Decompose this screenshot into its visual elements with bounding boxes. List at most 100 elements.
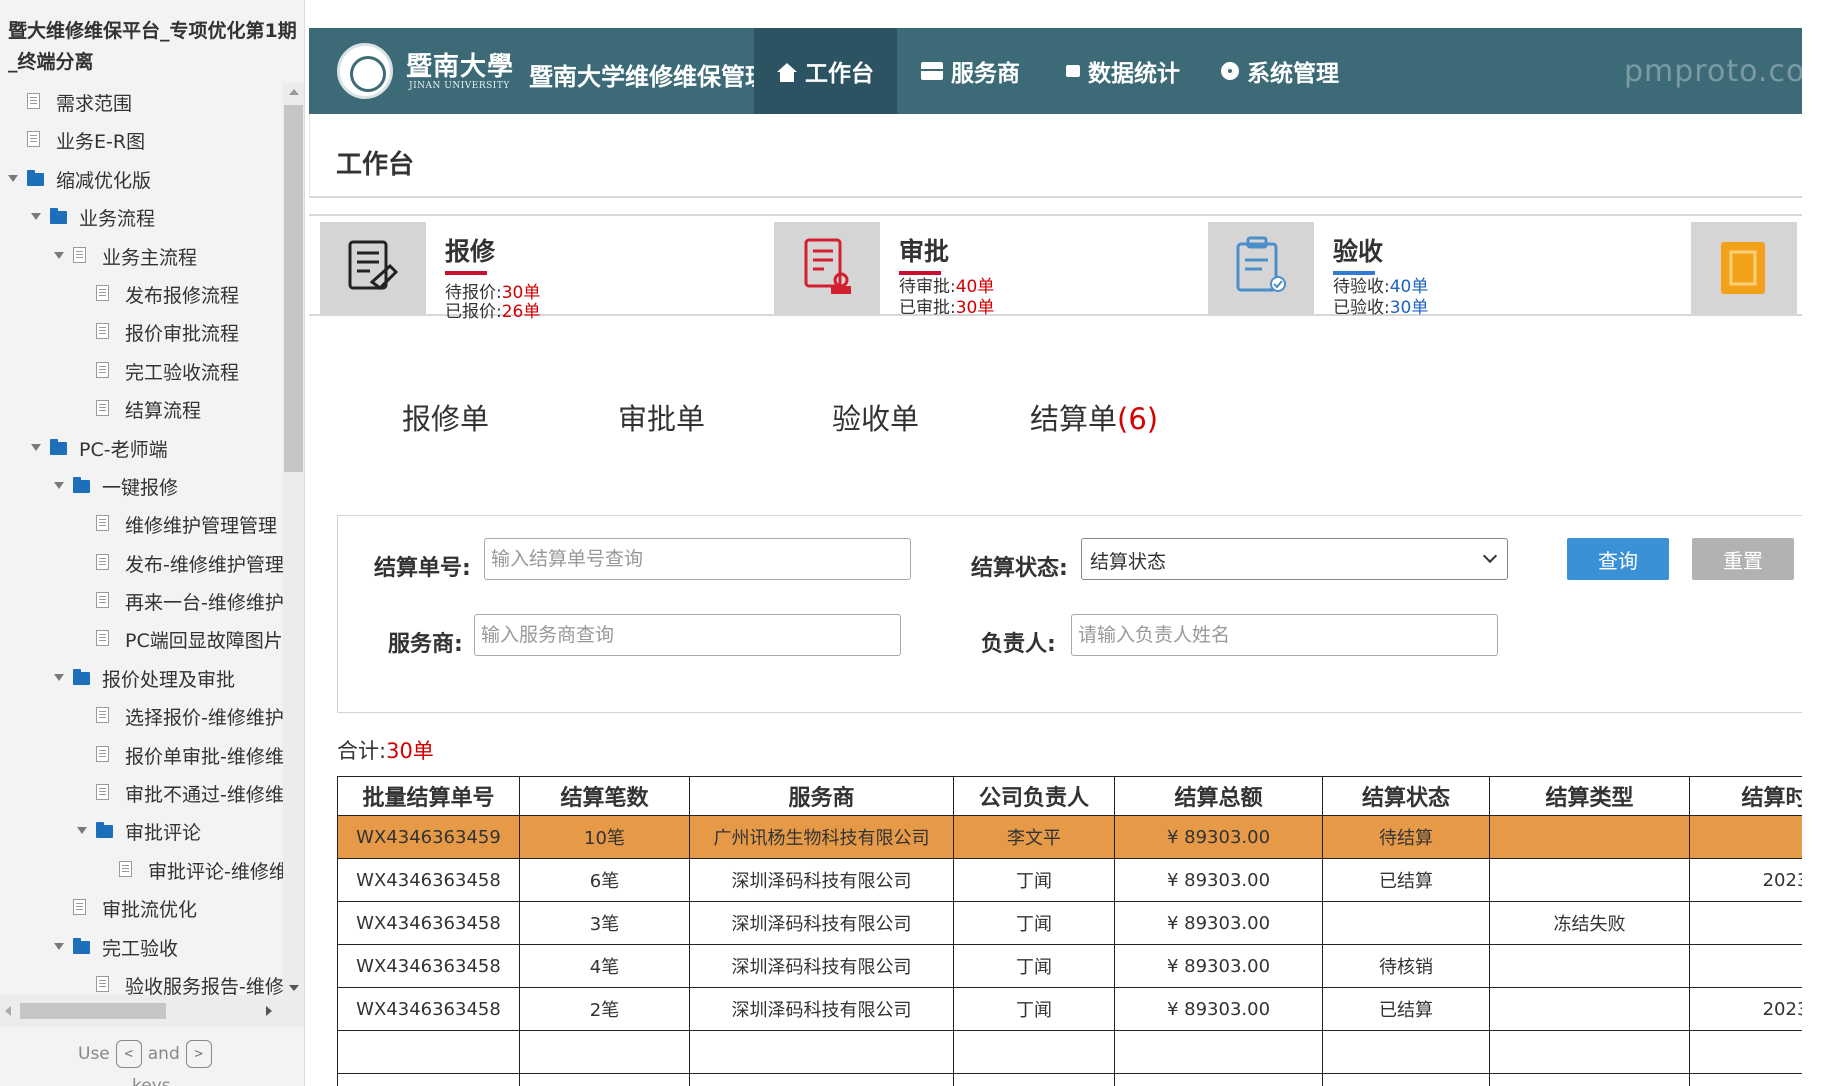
sitemap-item[interactable]: 报价处理及审批 [0, 659, 283, 697]
university-seal-icon [337, 43, 393, 99]
reset-button[interactable]: 重置 [1692, 538, 1794, 580]
acceptance-card-icon-box[interactable] [1208, 222, 1314, 314]
horizontal-scroll-thumb[interactable] [20, 1003, 166, 1019]
folder-icon [73, 668, 90, 685]
table-cell [1689, 901, 1802, 945]
sitemap-item[interactable]: PC-老师端 [0, 429, 283, 467]
sitemap-item[interactable]: 业务流程 [0, 198, 283, 236]
chevron-down-icon [1482, 548, 1498, 564]
column-header[interactable]: 结算状态 [1322, 776, 1490, 816]
sitemap-item[interactable]: 一键报修 [0, 467, 283, 505]
sitemap-item[interactable]: 发布-维修维护管理 [0, 544, 283, 582]
table-cell: 待核销 [1322, 944, 1490, 988]
page-icon [73, 246, 86, 263]
order-tabs: 报修单 审批单 验收单 结算单(6) [309, 336, 1802, 476]
sitemap-item[interactable]: 审批评论-维修维护 [0, 851, 283, 889]
table-cell [519, 1073, 690, 1086]
repair-card-title[interactable]: 报修 [445, 232, 495, 275]
page-icon [96, 400, 109, 417]
owner-input[interactable] [1071, 614, 1498, 656]
settlement-card-icon-box[interactable] [1691, 222, 1797, 314]
nav-vendors[interactable]: 服务商 [913, 28, 1028, 114]
expand-caret-icon[interactable] [54, 481, 64, 489]
horizontal-scrollbar[interactable] [0, 995, 304, 1027]
table-row[interactable]: WX4346363458 2笔 深圳泽码科技有限公司 丁闻 ¥ 89303.00 已结算 2… [337, 987, 1802, 1031]
sitemap-item-label: 审批不通过-维修维护 [125, 784, 283, 807]
column-header[interactable]: 服务商 [689, 776, 954, 816]
sitemap-item[interactable]: 验收服务报告-维修维护 [0, 966, 283, 995]
sitemap-item[interactable]: 审批不通过-维修维护 [0, 774, 283, 812]
column-header[interactable]: 结算笔数 [519, 776, 690, 816]
sitemap-item-label: 报价审批流程 [125, 323, 240, 346]
acceptance-card-title[interactable]: 验收 [1333, 232, 1383, 275]
nav-system[interactable]: 系统管理 [1215, 28, 1345, 114]
vendor-input[interactable] [474, 614, 901, 656]
sitemap-item[interactable]: 发布报修流程 [0, 275, 283, 313]
sitemap-item[interactable]: 选择报价-维修维护 [0, 697, 283, 735]
table-cell: 冻结失败 [1489, 901, 1690, 945]
table-cell: 2笔 [519, 987, 690, 1031]
vertical-scroll-thumb[interactable] [284, 105, 303, 472]
sitemap-item-label: 缩减优化版 [56, 169, 152, 192]
sitemap-item[interactable]: 审批流优化 [0, 889, 283, 927]
column-header[interactable]: 结算类型 [1489, 776, 1690, 816]
sitemap-item[interactable]: PC端回显故障图片 [0, 620, 283, 658]
repair-card-icon-box[interactable] [320, 222, 426, 314]
table-row[interactable]: WX4346363458 6笔 深圳泽码科技有限公司 丁闻 ¥ 89303.00 已结算 2… [337, 858, 1802, 902]
table-row[interactable]: WX4346363458 3笔 深圳泽码科技有限公司 丁闻 ¥ 89303.00 冻结失败 [337, 901, 1802, 945]
column-header[interactable]: 结算总额 [1114, 776, 1323, 816]
scroll-right-arrow-icon[interactable] [266, 1006, 272, 1016]
settlement-no-input[interactable] [484, 538, 911, 580]
expand-caret-icon[interactable] [8, 174, 18, 182]
table-row[interactable]: WX4346363459 10笔 广州讯杨生物科技有限公司 李文平 ¥ 89303.00… [337, 815, 1802, 859]
sitemap-item[interactable]: 再来一台-维修维护 [0, 582, 283, 620]
expand-caret-icon[interactable] [31, 443, 41, 451]
sitemap-item[interactable]: 需求范围 [0, 83, 283, 121]
logo-english-name: JINAN UNIVERSITY [409, 81, 510, 91]
sitemap-item[interactable]: 业务主流程 [0, 237, 283, 275]
table-row[interactable] [337, 1073, 1802, 1086]
acceptance-done-count: 30单 [1389, 298, 1429, 318]
column-header[interactable]: 结算时间 [1689, 776, 1802, 816]
table-cell: 深圳泽码科技有限公司 [689, 944, 954, 988]
status-select[interactable]: 结算状态 [1081, 538, 1508, 580]
nav-workbench[interactable]: 工作台 [754, 28, 897, 114]
column-header[interactable]: 公司负责人 [953, 776, 1115, 816]
tab-repair-orders[interactable]: 报修单 [402, 396, 489, 438]
approval-card-title[interactable]: 审批 [899, 232, 949, 275]
table-cell: WX4346363458 [337, 901, 520, 945]
approval-card-icon-box[interactable] [774, 222, 880, 314]
expand-caret-icon[interactable] [54, 942, 64, 950]
nav-statistics[interactable]: 数据统计 [1061, 28, 1185, 114]
sitemap-item[interactable]: 完工验收流程 [0, 352, 283, 390]
sitemap-item[interactable]: 维修维护管理管理 [0, 505, 283, 543]
expand-caret-icon[interactable] [54, 673, 64, 681]
table-row[interactable] [337, 1030, 1802, 1074]
query-button[interactable]: 查询 [1567, 538, 1669, 580]
sitemap-item[interactable]: 结算流程 [0, 390, 283, 428]
expand-caret-icon[interactable] [31, 213, 41, 221]
scroll-left-arrow-icon[interactable] [5, 1006, 11, 1016]
expand-caret-icon[interactable] [77, 827, 87, 835]
sitemap-item[interactable]: 业务E-R图 [0, 121, 283, 159]
tab-approval-orders[interactable]: 审批单 [618, 396, 705, 438]
scroll-down-arrow-icon[interactable] [289, 985, 299, 991]
sitemap-item[interactable]: 审批评论 [0, 812, 283, 850]
settlement-no-label: 结算单号: [374, 556, 471, 581]
scroll-up-arrow-icon[interactable] [289, 89, 299, 95]
vertical-scrollbar[interactable] [283, 83, 304, 995]
table-row[interactable]: WX4346363458 4笔 深圳泽码科技有限公司 丁闻 ¥ 89303.00 待核销 [337, 944, 1802, 988]
sitemap-item[interactable]: 报价单审批-维修维护 [0, 736, 283, 774]
table-cell: WX4346363458 [337, 944, 520, 988]
table-cell: WX4346363458 [337, 987, 520, 1031]
sitemap-sidebar: 暨大维修维保平台_专项优化第1期_终端分离 需求范围 业务E-R图 缩减优化版 业务流… [0, 0, 305, 1086]
sitemap-item-label: 再来一台-维修维护 [125, 592, 283, 615]
tab-settlement-orders[interactable]: 结算单(6) [1030, 396, 1158, 438]
sitemap-item[interactable]: 缩减优化版 [0, 160, 283, 198]
sitemap-item[interactable]: 报价审批流程 [0, 313, 283, 351]
tab-acceptance-orders[interactable]: 验收单 [832, 396, 919, 438]
expand-caret-icon[interactable] [54, 251, 64, 259]
sitemap-item[interactable]: 完工验收 [0, 928, 283, 966]
column-header[interactable]: 批量结算单号 [337, 776, 520, 816]
home-icon [777, 62, 797, 82]
